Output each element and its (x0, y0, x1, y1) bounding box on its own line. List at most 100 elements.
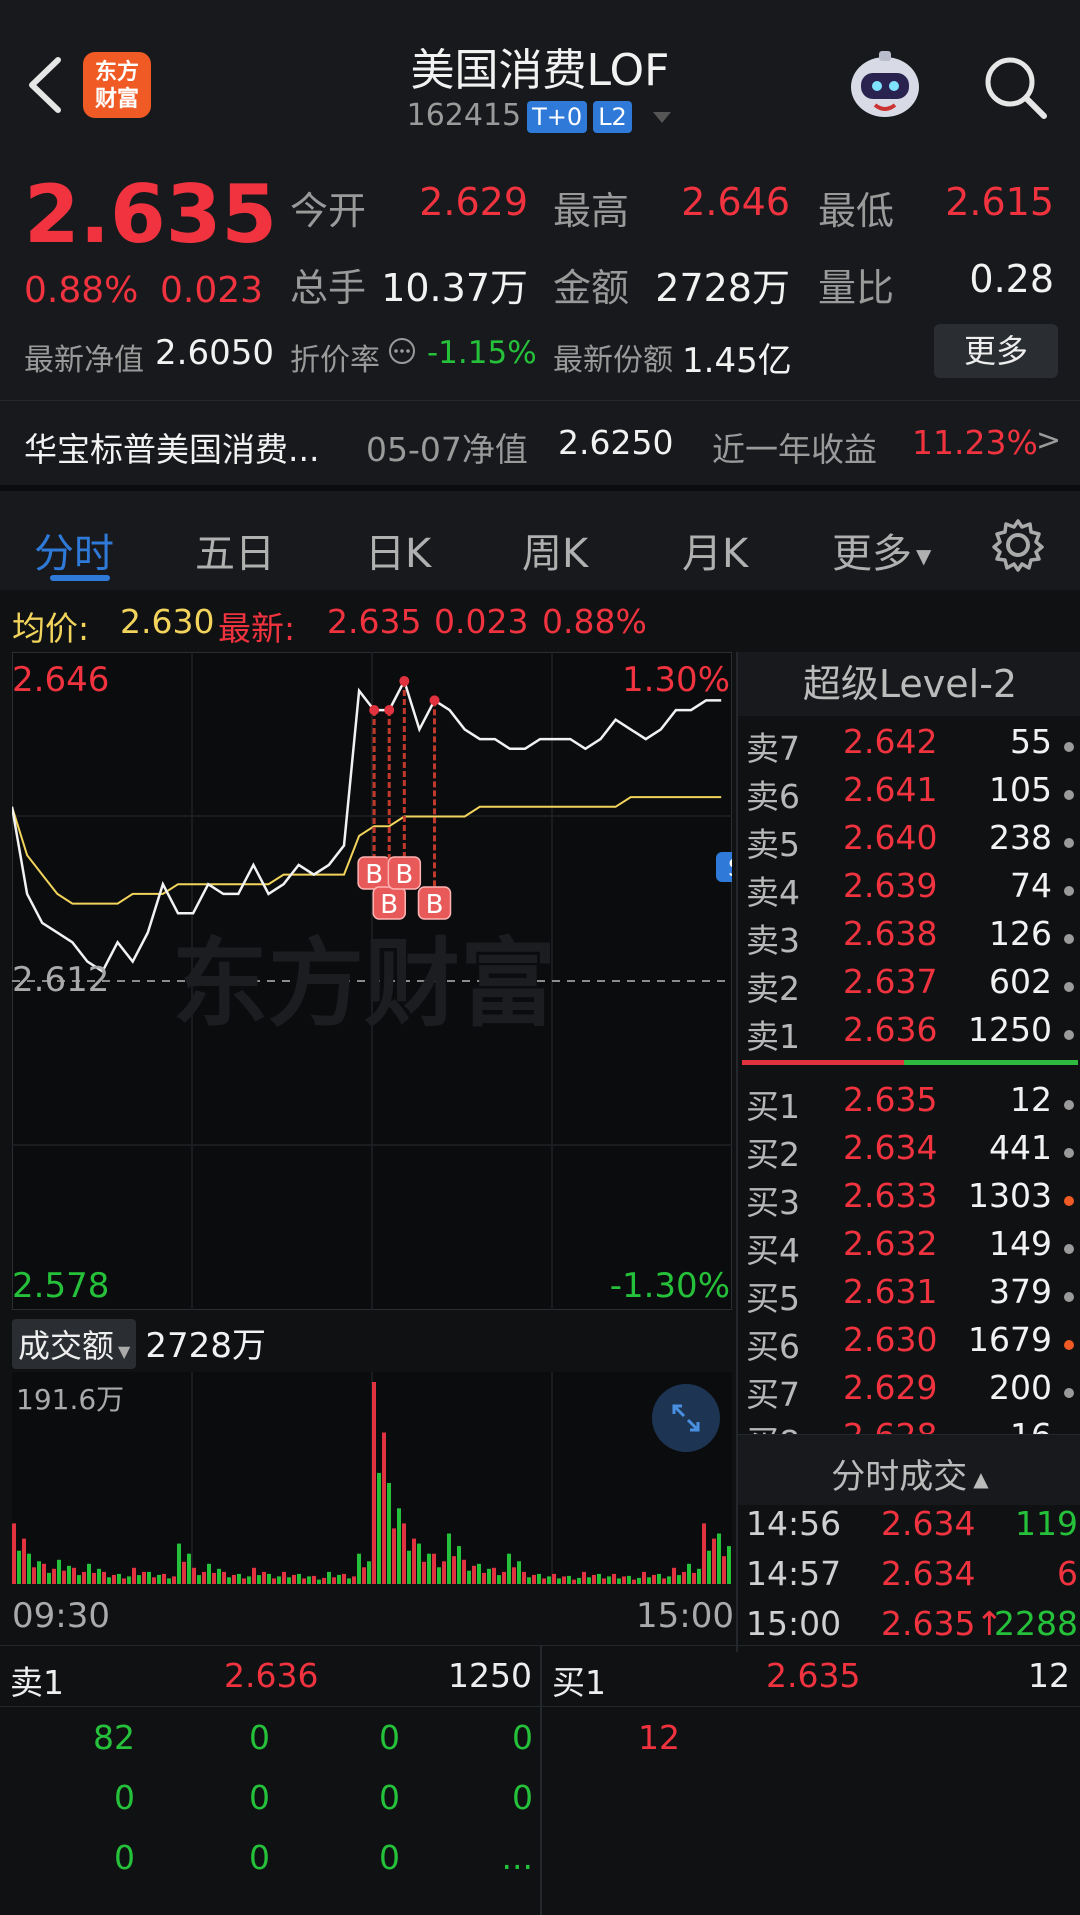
volume-bar (282, 1571, 286, 1584)
volume-bar (367, 1561, 371, 1584)
sell-queue-cell: 0 (249, 1838, 270, 1877)
ticks-header[interactable]: 分时成交 ▲ (738, 1434, 1080, 1505)
volume-bar (427, 1553, 431, 1584)
ask-price: 2.639 (843, 866, 938, 905)
tick-time: 14:57 (746, 1554, 842, 1593)
volume-bar (622, 1576, 626, 1584)
sell-queue-cell: 0 (379, 1718, 400, 1757)
ask-qty: 55 (1010, 722, 1052, 761)
bid-row[interactable]: 买5 2.631 379 (738, 1272, 1080, 1320)
volume-bar (42, 1563, 46, 1584)
search-icon[interactable] (980, 52, 1050, 122)
volume-bar (227, 1577, 231, 1584)
volume-bar (37, 1561, 41, 1584)
volume-bar (557, 1578, 561, 1584)
volume-bar (432, 1553, 436, 1584)
ask-price: 2.641 (843, 770, 938, 809)
volume-bar (437, 1567, 441, 1584)
ask-qty: 602 (989, 962, 1052, 1001)
volume-chart[interactable]: 191.6万 (12, 1372, 732, 1585)
ask-level: 卖7 (746, 729, 800, 768)
divider (540, 1706, 542, 1915)
robot-assistant-icon[interactable] (845, 45, 925, 125)
fund-info-bar[interactable]: 华宝标普美国消费... 05-07净值 2.6250 近一年收益 11.23% … (0, 400, 1080, 486)
avg-value: 2.630 (120, 602, 215, 641)
ask-row[interactable]: 卖7 2.642 55 (738, 722, 1080, 770)
ask-level: 卖6 (746, 777, 800, 816)
info-icon[interactable] (387, 336, 417, 370)
bid-level: 买5 (746, 1279, 800, 1318)
buy-marker-label: B (426, 890, 444, 920)
tick-price: 2.635↑ (881, 1604, 1004, 1643)
volume-bar (472, 1565, 476, 1584)
bid-row[interactable]: 买7 2.629 200 (738, 1368, 1080, 1416)
volume-max-label: 191.6万 (16, 1383, 125, 1416)
caret-down-icon: ▼ (118, 1342, 131, 1361)
settings-gear-icon[interactable] (990, 517, 1046, 577)
ask-row[interactable]: 卖3 2.638 126 (738, 914, 1080, 962)
volume-bar (222, 1571, 226, 1584)
tab-weekly-k[interactable]: 周K (522, 521, 588, 579)
volume-bar (102, 1571, 106, 1584)
volume-type-dropdown[interactable]: 成交额 ▼ (12, 1319, 137, 1369)
level2-title[interactable]: 超级Level-2 (738, 652, 1080, 716)
tab-daily-k[interactable]: 日K (365, 521, 431, 579)
buy-pressure-bar (904, 1060, 1078, 1065)
volume-bar (272, 1578, 276, 1584)
ask-row[interactable]: 卖2 2.637 602 (738, 962, 1080, 1010)
fund-name: 华宝标普美国消费... (24, 430, 320, 469)
volume-bar (672, 1567, 676, 1584)
tab-intraday[interactable]: 分时 (34, 521, 114, 579)
tab-monthly-k[interactable]: 月K (682, 521, 748, 579)
bid-row[interactable]: 买1 2.635 12 (738, 1080, 1080, 1128)
buy-queue-cell: 12 (638, 1718, 680, 1757)
trade-marker-dot (399, 676, 410, 687)
volume-bar (712, 1538, 716, 1584)
more-button[interactable]: 更多 (934, 324, 1058, 378)
sell-queue-cell: 0 (512, 1778, 533, 1817)
bid-level: 买7 (746, 1375, 800, 1414)
volume-bar (152, 1577, 156, 1584)
volume-bar (372, 1382, 376, 1584)
status-dot-icon (1064, 1100, 1074, 1110)
volume-label: 总手 (290, 266, 367, 310)
bid-row[interactable]: 买3 2.633 1303 (738, 1176, 1080, 1224)
ask-row[interactable]: 卖1 2.636 1250 (738, 1010, 1080, 1058)
bid-row[interactable]: 买2 2.634 441 (738, 1128, 1080, 1176)
bid-row[interactable]: 买6 2.630 1679 (738, 1320, 1080, 1368)
volume-bar (257, 1575, 261, 1584)
trade-marker-dot (384, 705, 395, 716)
bid-qty: 200 (989, 1368, 1052, 1407)
ask-price: 2.637 (843, 962, 938, 1001)
tab-five-day[interactable]: 五日 (195, 521, 275, 579)
volume-bar (632, 1579, 636, 1584)
sell-queue-cell: 0 (114, 1778, 135, 1817)
shares-value: 1.45亿 (682, 341, 792, 381)
tick-price: 2.634 (881, 1504, 976, 1543)
volume-bar (707, 1550, 711, 1584)
volume-bar (187, 1553, 191, 1584)
tab-more[interactable]: 更多 ▼ (832, 521, 931, 579)
sell1-qty: 1250 (448, 1656, 532, 1695)
expand-icon[interactable] (652, 1384, 720, 1452)
ask-row[interactable]: 卖4 2.639 74 (738, 866, 1080, 914)
bid-price: 2.635 (843, 1080, 938, 1119)
buy1-label: 买1 (552, 1663, 606, 1702)
volume-bar (32, 1567, 36, 1584)
volume-bar (112, 1574, 116, 1584)
ask-row[interactable]: 卖6 2.641 105 (738, 770, 1080, 818)
latest-label: 最新: (218, 609, 296, 648)
chevron-down-icon[interactable] (651, 98, 673, 133)
volume-bar (27, 1553, 31, 1584)
bid-row[interactable]: 买4 2.632 149 (738, 1224, 1080, 1272)
status-dot-icon (1064, 1388, 1074, 1398)
volume-bar (117, 1573, 121, 1584)
latest-value: 2.635 (327, 602, 422, 641)
volume-bar (507, 1553, 511, 1584)
volume-bar (387, 1483, 391, 1584)
intraday-chart[interactable]: 东方财富 BBBBS 2.646 1.30% 2.612 2.578 -1.30… (10, 651, 743, 1311)
volume-bar (172, 1576, 176, 1584)
ask-row[interactable]: 卖5 2.640 238 (738, 818, 1080, 866)
volume-bar (72, 1567, 76, 1584)
volume-bar (532, 1574, 536, 1584)
